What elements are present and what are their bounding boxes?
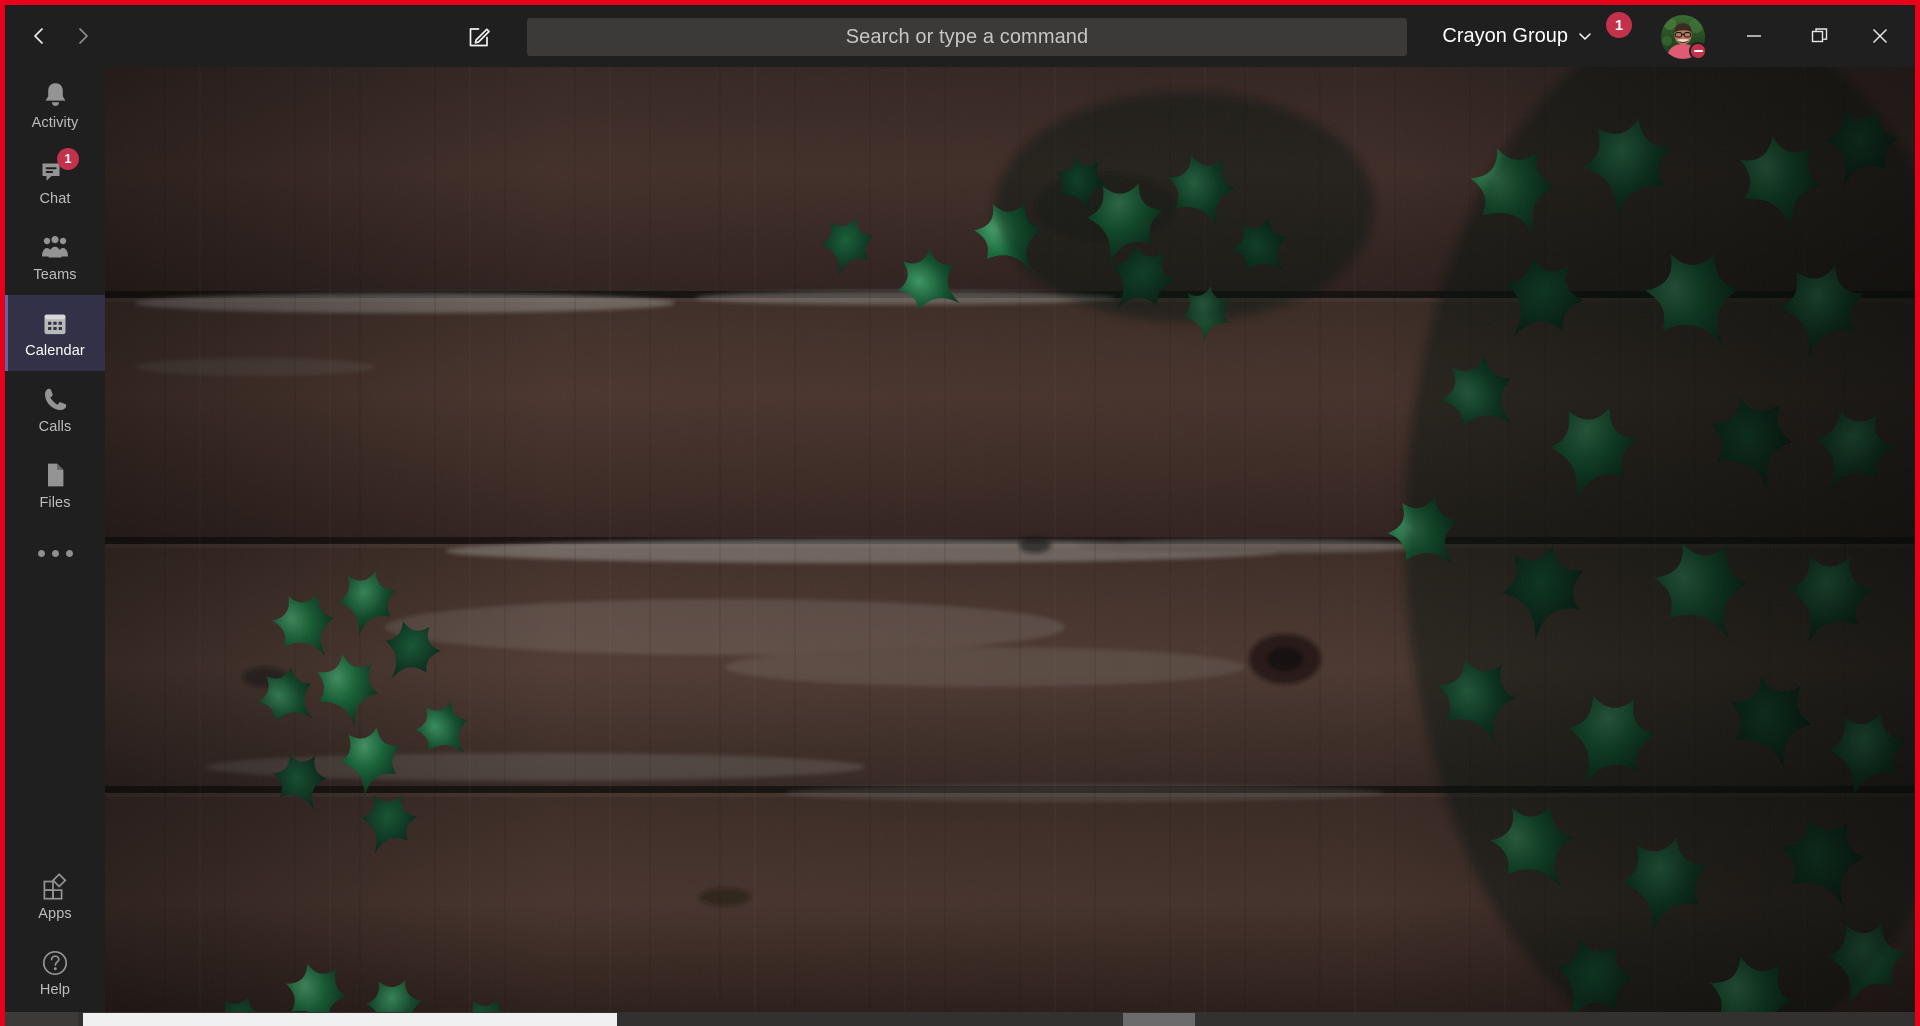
sidebar-item-label: Chat	[39, 190, 71, 207]
phone-icon	[42, 384, 69, 416]
scrollbar-thumb[interactable]	[83, 1013, 617, 1026]
background-photo	[105, 67, 1915, 1012]
titlebar: Search or type a command Crayon Group 1	[5, 5, 1915, 67]
sidebar-item-label: Calendar	[25, 342, 85, 359]
chat-icon: 1	[40, 147, 79, 188]
dot	[65, 549, 73, 557]
help-icon	[41, 947, 69, 979]
apps-icon	[41, 871, 69, 903]
org-switcher-button[interactable]: Crayon Group	[1442, 5, 1593, 67]
sidebar-bottom-group: Apps Help	[5, 858, 105, 1010]
sidebar-item-label: Activity	[31, 114, 79, 131]
window-body: Search or type a command Crayon Group 1	[5, 5, 1915, 1026]
window-maximize-button[interactable]	[1793, 5, 1847, 67]
sidebar-item-teams[interactable]: Teams	[5, 219, 105, 295]
window-frame: Search or type a command Crayon Group 1	[0, 0, 1920, 1026]
dot	[51, 549, 59, 557]
sidebar-item-label: Files	[39, 494, 71, 511]
teams-icon	[39, 232, 71, 264]
sidebar-more-options-button[interactable]	[5, 523, 105, 583]
chevron-right-icon	[79, 28, 88, 44]
scrollbar-left-pad	[5, 1012, 78, 1026]
navigation-arrows	[17, 14, 105, 58]
sidebar-item-label: Teams	[33, 266, 77, 283]
org-name-label: Crayon Group	[1442, 24, 1568, 47]
restore-icon	[1811, 28, 1828, 43]
bell-icon	[42, 80, 69, 112]
horizontal-scrollbar[interactable]	[5, 1012, 1915, 1026]
forward-button[interactable]	[61, 14, 105, 58]
calendar-icon	[41, 308, 69, 340]
sidebar-item-label: Help	[39, 981, 71, 998]
chevron-down-icon	[1579, 33, 1591, 40]
sidebar-item-calendar[interactable]: Calendar	[5, 295, 105, 371]
left-app-rail: Activity 1 Chat Teams Calendar Calls Fil…	[5, 67, 105, 1026]
chevron-left-icon	[34, 28, 43, 44]
compose-pencil-icon	[469, 28, 490, 47]
minimize-icon	[1747, 35, 1761, 37]
search-placeholder-text: Search or type a command	[845, 25, 1089, 48]
dot	[37, 549, 45, 557]
avatar[interactable]	[1661, 15, 1707, 60]
file-icon	[43, 460, 67, 492]
sidebar-item-files[interactable]: Files	[5, 447, 105, 523]
sidebar-item-calls[interactable]: Calls	[5, 371, 105, 447]
chat-unread-badge: 1	[57, 147, 79, 170]
close-icon	[1872, 28, 1888, 44]
compose-new-chat-button[interactable]	[457, 17, 501, 57]
sidebar-item-label: Calls	[38, 418, 72, 435]
search-input[interactable]: Search or type a command	[527, 18, 1407, 56]
sidebar-item-help[interactable]: Help	[5, 934, 105, 1010]
sidebar-item-activity[interactable]: Activity	[5, 67, 105, 143]
scrollbar-marker[interactable]	[1123, 1013, 1195, 1026]
sidebar-item-label: Apps	[38, 905, 72, 922]
main-content-area	[105, 67, 1915, 1012]
window-minimize-button[interactable]	[1727, 5, 1781, 67]
presence-status-badge	[1689, 42, 1707, 60]
unread-count-badge: 1	[1606, 12, 1632, 38]
back-button[interactable]	[17, 14, 61, 58]
sidebar-item-chat[interactable]: 1 Chat	[5, 143, 105, 219]
sidebar-item-apps[interactable]: Apps	[5, 858, 105, 934]
window-close-button[interactable]	[1853, 5, 1907, 67]
